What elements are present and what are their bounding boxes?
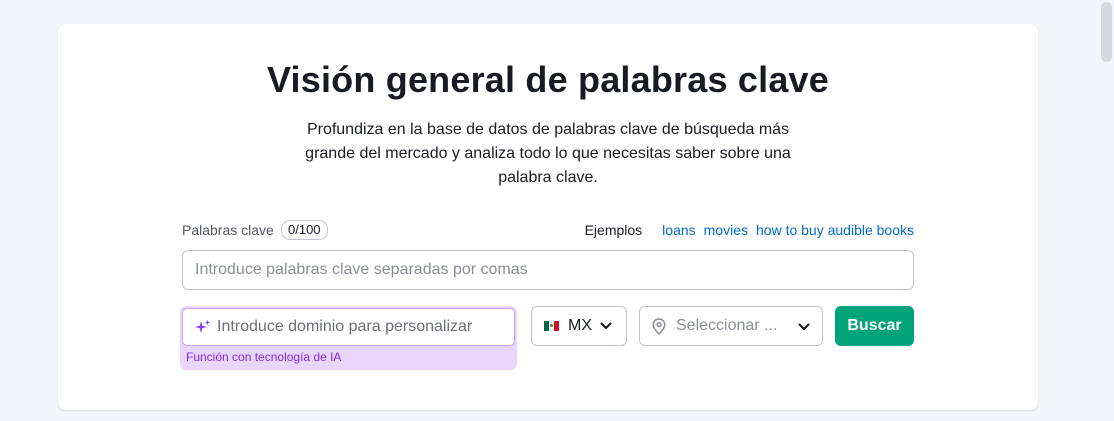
keywords-counter-badge: 0/100 — [281, 220, 328, 240]
domain-personalization-box: Función con tecnología de IA — [180, 306, 517, 370]
location-placeholder: Seleccionar ... — [676, 317, 778, 334]
keywords-label-row: Palabras clave 0/100 Ejemplos loans movi… — [182, 220, 914, 240]
page-title: Visión general de palabras clave — [266, 59, 829, 100]
scrollbar-thumb[interactable] — [1101, 2, 1112, 62]
chevron-down-icon — [798, 323, 810, 330]
keywords-input[interactable] — [182, 250, 914, 290]
location-pin-icon — [652, 318, 666, 335]
chevron-down-icon — [600, 322, 612, 329]
page-scrollbar[interactable] — [1098, 0, 1114, 421]
page-subtitle: Profundiza en la base de datos de palabr… — [305, 121, 791, 186]
keyword-overview-card: Visión general de palabras clave Profund… — [58, 24, 1038, 410]
domain-input-container[interactable] — [182, 308, 515, 346]
location-select[interactable]: Seleccionar ... — [639, 306, 823, 346]
search-button[interactable]: Buscar — [835, 306, 914, 346]
examples-label: Ejemplos — [584, 222, 643, 238]
domain-input[interactable] — [217, 309, 507, 345]
sparkle-icon — [195, 320, 210, 333]
mexico-flag-icon — [544, 321, 559, 331]
example-link-audible[interactable]: how to buy audible books — [756, 222, 914, 238]
example-link-movies[interactable]: movies — [704, 222, 748, 238]
country-code: MX — [568, 317, 592, 334]
keywords-label: Palabras clave — [182, 222, 274, 238]
example-link-loans[interactable]: loans — [662, 222, 695, 238]
examples-list: Ejemplos loans movies how to buy audible… — [585, 222, 914, 238]
ai-feature-note: Función con tecnología de IA — [186, 350, 342, 364]
country-select[interactable]: MX — [531, 306, 627, 346]
